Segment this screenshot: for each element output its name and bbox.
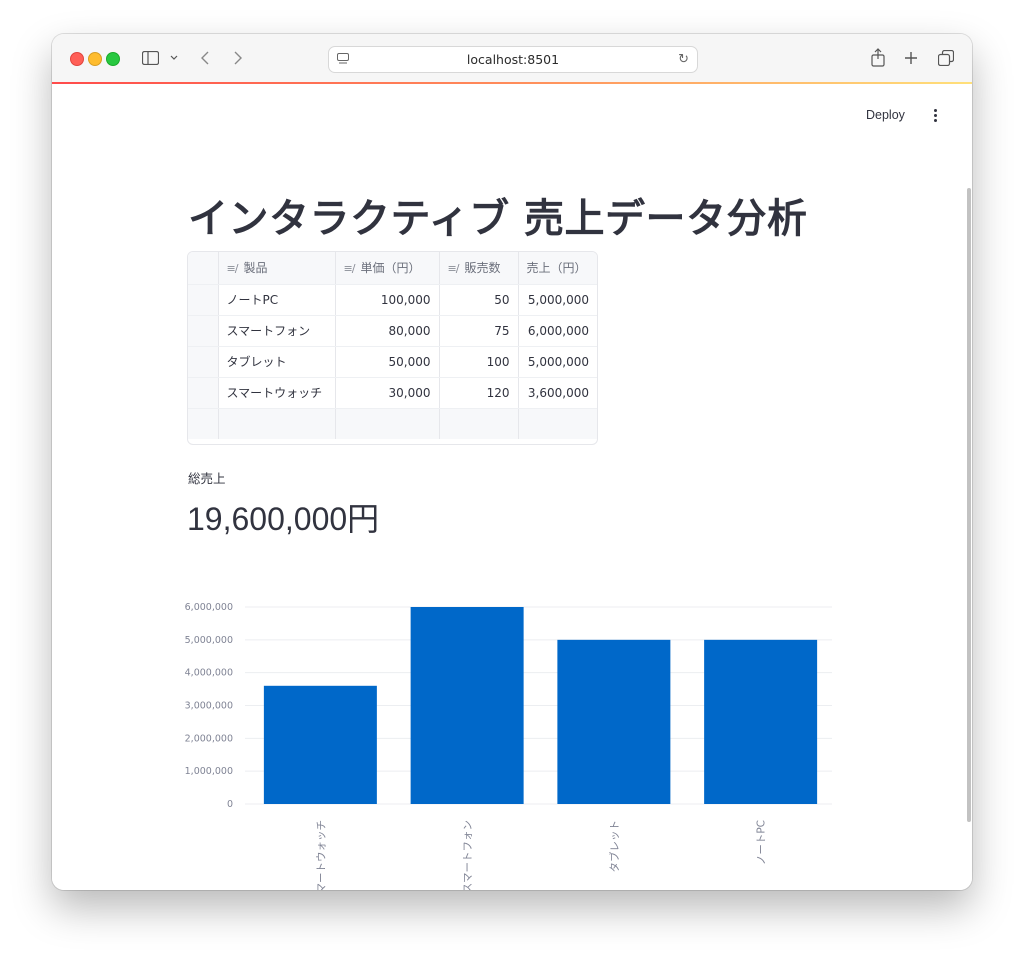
tab-overview-icon[interactable] xyxy=(938,50,954,66)
metric-value: 19,600,000円 xyxy=(187,501,380,537)
bar[interactable] xyxy=(557,639,671,804)
chevron-down-icon[interactable] xyxy=(170,55,178,61)
address-bar[interactable]: localhost:8501 ↻ xyxy=(328,46,698,73)
zoom-window-button[interactable] xyxy=(106,52,120,66)
column-header[interactable]: ≡∕ 製品 xyxy=(218,252,336,285)
table-cell[interactable]: 120 xyxy=(439,377,519,409)
y-tick-label: 1,000,000 xyxy=(185,766,233,777)
column-header[interactable]: ≡∕ 販売数 xyxy=(439,252,519,285)
y-tick-label: 3,000,000 xyxy=(185,701,233,712)
close-window-button[interactable] xyxy=(70,52,84,66)
row-index-cell xyxy=(188,408,219,439)
add-row[interactable] xyxy=(188,408,597,439)
app-main: Deploy インタラクティブ 売上データ分析 ≡∕ 製品 ≡∕ 単価（円） ≡∕ 販… xyxy=(52,84,972,890)
main-menu-icon[interactable] xyxy=(934,109,940,124)
y-tick-label: 0 xyxy=(227,799,233,810)
table-row[interactable]: ノートPC 100,000 50 5,000,000 xyxy=(188,284,597,316)
table-cell[interactable]: 50 xyxy=(439,284,519,316)
table-row[interactable]: タブレット 50,000 100 5,000,000 xyxy=(188,346,597,378)
row-index-cell xyxy=(188,315,219,347)
table-cell[interactable]: 6,000,000 xyxy=(518,315,597,347)
table-cell[interactable]: 75 xyxy=(439,315,519,347)
y-tick-label: 6,000,000 xyxy=(185,602,233,613)
bar[interactable] xyxy=(704,639,818,804)
browser-window: localhost:8501 ↻ Deploy インタラクティブ 売上データ分析 xyxy=(52,34,972,890)
metric-label: 総売上 xyxy=(188,471,226,486)
text-column-icon: ≡∕ xyxy=(343,262,356,276)
table-row[interactable]: スマートウォッチ 30,000 120 3,600,000 xyxy=(188,377,597,409)
table-cell[interactable]: 5,000,000 xyxy=(518,346,597,378)
table-cell[interactable]: 3,600,000 xyxy=(518,377,597,409)
table-row[interactable]: スマートフォン 80,000 75 6,000,000 xyxy=(188,315,597,347)
bar[interactable] xyxy=(410,607,524,804)
table-cell[interactable]: スマートフォン xyxy=(218,315,336,347)
table-cell[interactable]: 30,000 xyxy=(335,377,440,409)
x-tick-label: タブレット xyxy=(608,820,621,873)
row-index-cell xyxy=(188,346,219,378)
sidebar-toggle-icon[interactable] xyxy=(142,51,159,65)
index-header-cell xyxy=(188,252,219,285)
table-cell[interactable]: 100,000 xyxy=(335,284,440,316)
page-title: インタラクティブ 売上データ分析 xyxy=(188,196,808,242)
y-tick-label: 4,000,000 xyxy=(185,668,233,679)
data-table[interactable]: ≡∕ 製品 ≡∕ 単価（円） ≡∕ 販売数 売上（円） ノートPC 100,000 5… xyxy=(187,251,598,445)
table-header-row: ≡∕ 製品 ≡∕ 単価（円） ≡∕ 販売数 売上（円） xyxy=(188,252,597,285)
minimize-window-button[interactable] xyxy=(88,52,102,66)
reload-icon[interactable]: ↻ xyxy=(678,52,689,67)
share-icon[interactable] xyxy=(870,48,886,67)
text-column-icon: ≡∕ xyxy=(226,262,239,276)
row-index-cell xyxy=(188,284,219,316)
table-cell[interactable]: 50,000 xyxy=(335,346,440,378)
table-cell[interactable] xyxy=(335,408,440,439)
row-index-cell xyxy=(188,377,219,409)
y-tick-label: 2,000,000 xyxy=(185,733,233,744)
new-tab-icon[interactable] xyxy=(904,51,918,65)
x-tick-label: スマートウォッチ xyxy=(315,820,327,890)
table-cell[interactable] xyxy=(218,408,336,439)
table-cell[interactable]: 80,000 xyxy=(335,315,440,347)
column-header[interactable]: 売上（円） xyxy=(518,252,597,285)
x-tick-label: スマートフォン xyxy=(462,820,474,890)
deploy-button[interactable]: Deploy xyxy=(866,108,905,122)
scrollbar[interactable] xyxy=(967,188,971,822)
bar[interactable] xyxy=(263,685,377,804)
table-cell[interactable] xyxy=(439,408,519,439)
table-cell[interactable] xyxy=(518,408,597,439)
forward-arrow-icon[interactable] xyxy=(233,50,243,66)
table-cell[interactable]: スマートウォッチ xyxy=(218,377,336,409)
table-cell[interactable]: 5,000,000 xyxy=(518,284,597,316)
sales-bar-chart[interactable]: 0 1,000,000 2,000,000 3,000,000 4,000,000 5,0… xyxy=(172,584,852,890)
table-cell[interactable]: タブレット xyxy=(218,346,336,378)
table-cell[interactable]: 100 xyxy=(439,346,519,378)
browser-toolbar: localhost:8501 ↻ xyxy=(52,34,972,83)
text-column-icon: ≡∕ xyxy=(447,262,460,276)
column-header[interactable]: ≡∕ 単価（円） xyxy=(335,252,440,285)
address-url[interactable]: localhost:8501 xyxy=(329,52,697,67)
back-arrow-icon[interactable] xyxy=(200,50,210,66)
x-tick-label: ノートPC xyxy=(756,820,768,865)
y-tick-label: 5,000,000 xyxy=(185,635,233,646)
table-cell[interactable]: ノートPC xyxy=(218,284,336,316)
